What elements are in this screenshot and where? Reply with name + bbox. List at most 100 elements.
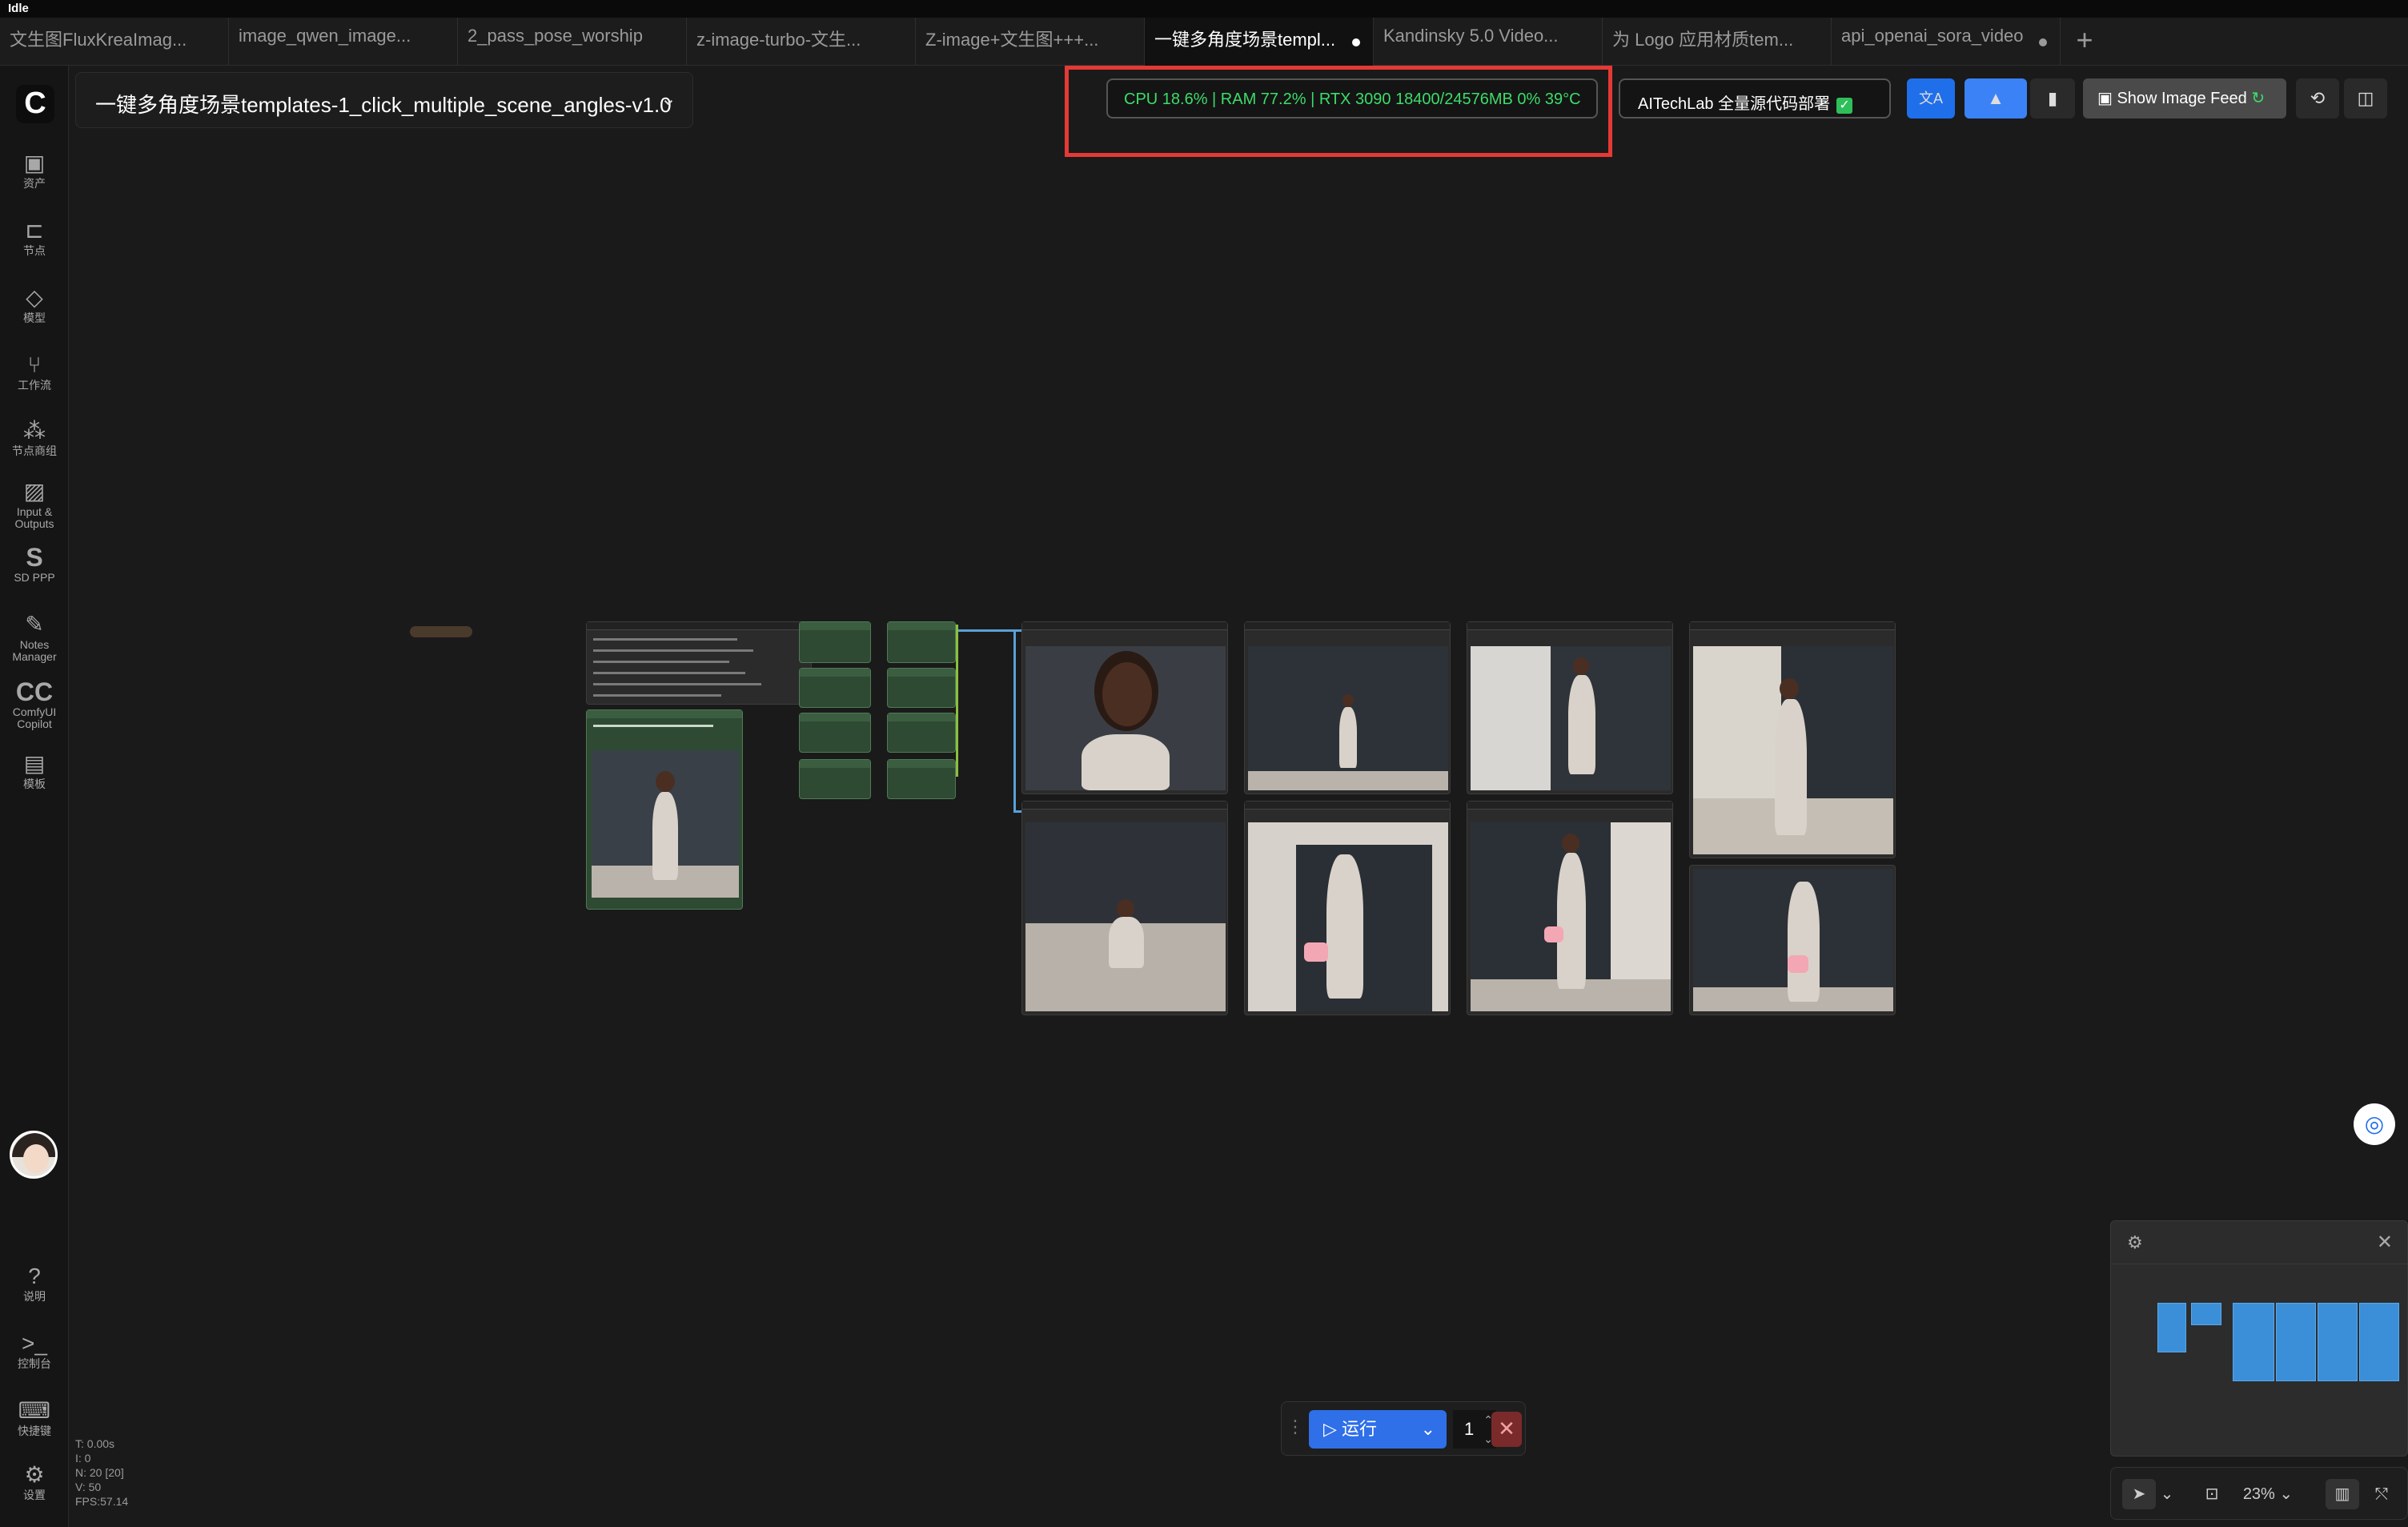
toggle-minimap-button[interactable]: ▥ — [2326, 1479, 2359, 1509]
user-avatar[interactable] — [10, 1131, 58, 1179]
minimap-settings-icon[interactable]: ⚙ — [2127, 1232, 2143, 1253]
sidebar-item-console[interactable]: >_ 控制台 — [0, 1331, 69, 1370]
output-preview-node[interactable] — [1244, 621, 1451, 794]
minimap-node — [2318, 1303, 2358, 1381]
model-switch-button[interactable]: ▲ — [1965, 78, 2027, 119]
sidebar-item-workflows[interactable]: ⑂ 工作流 — [0, 352, 69, 392]
output-preview-node[interactable] — [1021, 801, 1228, 1015]
tab-label: z-image-turbo-文生... — [696, 30, 861, 50]
sidebar-item-notes-manager[interactable]: ✎ Notes Manager — [0, 612, 69, 663]
sidebar-item-help[interactable]: ? 说明 — [0, 1264, 69, 1303]
tab-qwen-image[interactable]: image_qwen_image... — [229, 18, 458, 66]
node-group-icon: ⁂ — [23, 418, 46, 443]
aitech-deploy-button[interactable]: AITechLab 全量源代码部署 ✓ — [1619, 78, 1891, 119]
tab-multi-angle-active[interactable]: 一键多角度场景templ... — [1145, 18, 1374, 66]
tab-z-image-turbo[interactable]: z-image-turbo-文生... — [687, 18, 916, 66]
output-preview-node[interactable] — [1021, 621, 1228, 794]
tab-label: 2_pass_pose_worship — [468, 26, 643, 46]
prompt-node[interactable] — [887, 759, 956, 799]
prompt-node[interactable] — [799, 668, 871, 708]
sidebar-item-label: 工作流 — [18, 379, 51, 392]
output-preview-node[interactable] — [1467, 621, 1673, 794]
comfyui-window: Idle 文生图FluxKreaImag... image_qwen_image… — [0, 0, 2408, 1527]
run-label: 运行 — [1342, 1419, 1378, 1439]
minimap-close-button[interactable]: ✕ — [2377, 1231, 2393, 1254]
tab-label: Kandinsky 5.0 Video... — [1383, 26, 1559, 46]
unsaved-dot-icon — [1352, 38, 1360, 46]
gear-icon: ⚙ — [24, 1462, 45, 1487]
model-icon: ◇ — [26, 285, 43, 310]
batch-count-input[interactable]: 1 ⌃ ⌄ — [1453, 1410, 1496, 1449]
output-preview-node[interactable] — [1244, 801, 1451, 1015]
sidebar-item-input-outputs[interactable]: ▨ Input & Outputs — [0, 479, 69, 530]
output-preview-node[interactable] — [1467, 801, 1673, 1015]
workflow-icon: ⑂ — [27, 352, 42, 377]
model-loader-node[interactable] — [586, 621, 812, 705]
translate-button[interactable]: 文A — [1907, 78, 1955, 119]
sd-ppp-icon: S — [26, 543, 43, 572]
prompt-node[interactable] — [799, 621, 871, 663]
toggle-panel-button[interactable]: ◫ — [2344, 78, 2387, 119]
panel-icon: ◫ — [2357, 88, 2374, 108]
show-image-feed-button[interactable]: ▣ Show Image Feed ↻ — [2083, 78, 2286, 119]
assistant-fab-button[interactable]: ◎ — [2354, 1103, 2395, 1145]
output-image-back — [1693, 869, 1893, 1011]
sidebar-item-label: ComfyUI Copilot — [12, 705, 57, 730]
tab-z-image[interactable]: Z-image+文生图+++... — [916, 18, 1145, 66]
sidebar-item-label: 说明 — [23, 1290, 46, 1303]
toggle-links-button[interactable]: ⤲ — [2366, 1479, 2398, 1509]
queue-history-button[interactable]: ⟲ — [2296, 78, 2339, 119]
sidebar-item-label: 模型 — [23, 311, 46, 324]
canvas-stats: T: 0.00s I: 0 N: 20 [20] V: 50 FPS:57.14 — [75, 1437, 128, 1509]
comfyui-logo-icon[interactable]: C — [16, 85, 54, 123]
tool-menu-chevron[interactable]: ⌄ — [2157, 1479, 2177, 1509]
stat-vertices: V: 50 — [75, 1481, 102, 1493]
image-icon: ▣ — [23, 151, 46, 175]
tab-logo-material[interactable]: 为 Logo 应用材质tem... — [1603, 18, 1832, 66]
reroute-node[interactable] — [410, 626, 472, 637]
sidebar-item-sd-ppp[interactable]: S SD PPP — [0, 544, 69, 584]
zoom-dropdown[interactable]: 23% ⌄ — [2239, 1479, 2297, 1509]
workflow-title-dropdown[interactable]: 一键多角度场景templates-1_click_multiple_scene_… — [75, 72, 693, 128]
node-header — [587, 710, 742, 718]
tab-label: 文生图FluxKreaImag... — [10, 30, 187, 50]
output-preview-node[interactable] — [1689, 865, 1896, 1015]
sidebar-item-copilot[interactable]: CC ComfyUI Copilot — [0, 679, 69, 730]
fit-view-button[interactable]: ⊡ — [2197, 1479, 2226, 1509]
output-preview-node[interactable] — [1689, 621, 1896, 858]
output-image-side — [1471, 646, 1671, 790]
minimap-panel[interactable]: ⚙ ✕ — [2110, 1220, 2408, 1457]
prompt-node[interactable] — [887, 713, 956, 753]
prompt-node[interactable] — [887, 668, 956, 708]
bookmark-button[interactable]: ▮ — [2030, 78, 2075, 119]
load-image-node[interactable] — [586, 709, 743, 910]
sidebar-item-settings[interactable]: ⚙ 设置 — [0, 1462, 69, 1501]
sidebar-item-node-groups[interactable]: ⁂ 节点商组 — [0, 418, 69, 457]
tab-flux-krea[interactable]: 文生图FluxKreaImag... — [0, 18, 229, 66]
select-tool-button[interactable]: ➤ — [2122, 1479, 2156, 1509]
prompt-node[interactable] — [799, 759, 871, 799]
sidebar-item-models[interactable]: ◇ 模型 — [0, 285, 69, 324]
tab-kandinsky[interactable]: Kandinsky 5.0 Video... — [1374, 18, 1603, 66]
prompt-node[interactable] — [887, 621, 956, 663]
tab-label: api_openai_sora_video — [1841, 26, 2024, 46]
tab-openai-sora[interactable]: api_openai_sora_video — [1832, 18, 2061, 66]
node-canvas[interactable] — [69, 136, 2408, 1527]
help-icon: ? — [28, 1264, 41, 1288]
minimap-node — [2191, 1303, 2221, 1325]
new-tab-button[interactable]: + — [2061, 18, 2109, 66]
gallery-icon: ▨ — [23, 479, 46, 504]
unsaved-dot-icon — [2039, 38, 2047, 46]
sidebar-item-templates[interactable]: ▤ 模板 — [0, 751, 69, 790]
sidebar-item-nodes[interactable]: ⊏ 节点 — [0, 218, 69, 257]
sidebar-item-assets[interactable]: ▣ 资产 — [0, 151, 69, 190]
prompt-node[interactable] — [799, 713, 871, 753]
output-image-lowangle — [1248, 822, 1448, 1011]
cancel-run-button[interactable]: ✕ — [1491, 1412, 1522, 1447]
output-image-door — [1248, 646, 1448, 790]
chevron-down-icon[interactable]: ⌄ — [1421, 1410, 1435, 1449]
run-button[interactable]: ▷ 运行 ⌄ — [1309, 1410, 1447, 1449]
tab-pose-worship[interactable]: 2_pass_pose_worship — [458, 18, 687, 66]
workflow-tab-bar: 文生图FluxKreaImag... image_qwen_image... 2… — [0, 18, 2408, 66]
sidebar-item-shortcuts[interactable]: ⌨ 快捷键 — [0, 1398, 69, 1437]
